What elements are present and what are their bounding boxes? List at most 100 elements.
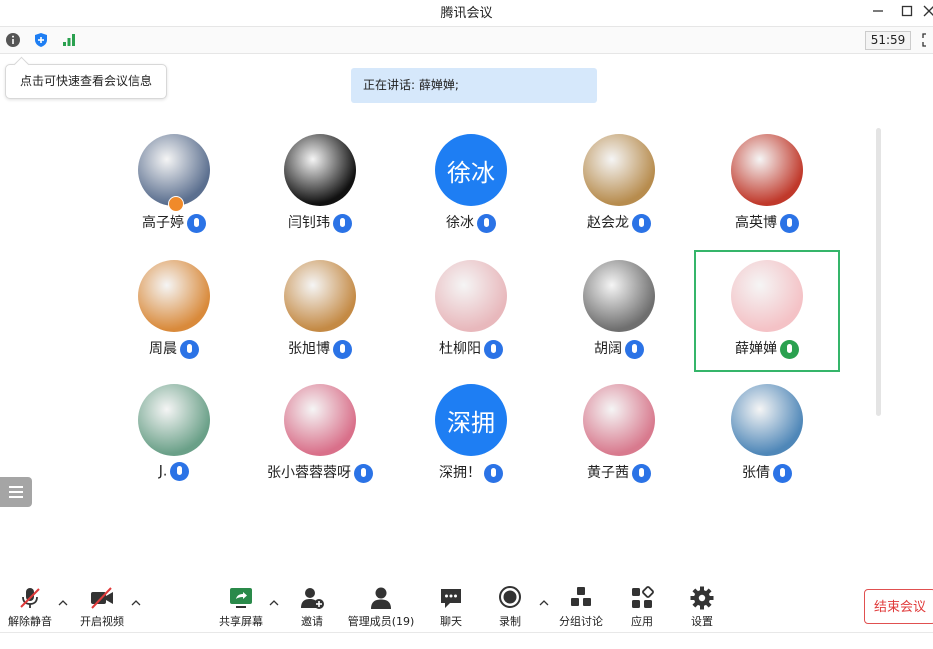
mic-icon (780, 213, 799, 233)
grid-scrollbar[interactable] (876, 128, 881, 416)
maximize-button[interactable] (893, 0, 921, 22)
participant-tile[interactable]: 闫钊玮 (247, 124, 393, 246)
participant-tile[interactable]: 张旭博 (247, 250, 393, 372)
minimize-icon (873, 10, 883, 12)
avatar (138, 260, 210, 332)
apps-button[interactable]: 应用 (612, 585, 672, 629)
security-button[interactable] (32, 31, 50, 49)
participant-name-line: 赵会龙 (546, 212, 692, 233)
avatar (731, 260, 803, 332)
meeting-timer: 51:59 (865, 31, 911, 50)
participant-tile[interactable]: 薛婵婵 (694, 250, 840, 372)
title-bar: 腾讯会议 (0, 0, 933, 22)
mic-icon (780, 339, 799, 359)
close-button[interactable] (922, 0, 933, 22)
participant-name-line: 闫钊玮 (247, 212, 393, 233)
start-video-label: 开启视频 (80, 615, 124, 628)
mic-icon (170, 462, 190, 481)
participant-tile[interactable]: 高子婷 (101, 124, 247, 246)
avatar (583, 384, 655, 456)
unmute-button[interactable]: 解除静音 (0, 585, 60, 629)
video-options-caret[interactable] (131, 597, 141, 607)
participant-name-line: 薛婵婵 (694, 338, 840, 359)
participant-tile[interactable]: 周晨 (101, 250, 247, 372)
participant-name-line: 张倩 (694, 462, 840, 483)
mic-icon (354, 463, 373, 483)
mic-icon (484, 463, 503, 483)
record-options-caret[interactable] (539, 597, 549, 607)
mic-icon (333, 339, 352, 359)
participant-name: 张旭博 (288, 341, 330, 357)
list-view-button[interactable] (0, 477, 32, 507)
avatar (284, 260, 356, 332)
participant-name-line: 黄子茜 (546, 462, 692, 483)
apps-label: 应用 (631, 615, 653, 628)
avatar-text: 深拥 (447, 408, 495, 437)
gear-icon (690, 586, 714, 610)
chevron-up-icon (58, 600, 68, 606)
chat-button[interactable]: 聊天 (421, 585, 481, 629)
participant-name: 赵会龙 (587, 215, 629, 231)
list-icon (9, 486, 23, 488)
participant-tile[interactable]: 高英博 (694, 124, 840, 246)
meeting-toolbar: 解除静音 开启视频 共享屏幕 邀请 管理成员(19) 聊天 录制 分组讨论 应用… (0, 575, 933, 649)
participant-tile[interactable]: 深拥 深拥！ (398, 374, 544, 496)
mic-icon (477, 213, 496, 233)
participant-tile[interactable]: 徐冰 徐冰 (398, 124, 544, 246)
participant-name-line: 徐冰 (398, 212, 544, 233)
window-title: 腾讯会议 (440, 6, 493, 21)
signal-icon (63, 34, 75, 46)
share-screen-button[interactable]: 共享屏幕 (211, 585, 271, 629)
mic-icon (333, 213, 352, 233)
record-label: 录制 (499, 615, 521, 628)
participant-name: 周晨 (149, 341, 177, 357)
participant-name: 闫钊玮 (288, 215, 330, 231)
network-button[interactable] (60, 31, 78, 49)
start-video-button[interactable]: 开启视频 (72, 585, 132, 629)
record-button[interactable]: 录制 (480, 585, 540, 629)
fullscreen-icon (922, 33, 926, 47)
shield-icon (35, 33, 47, 47)
participant-name-line: 高英博 (694, 212, 840, 233)
avatar (731, 384, 803, 456)
share-screen-label: 共享屏幕 (219, 615, 263, 628)
participant-name: 高子婷 (142, 215, 184, 231)
invite-button[interactable]: 邀请 (282, 585, 342, 629)
manage-members-button[interactable]: 管理成员(19) (341, 585, 421, 629)
participant-tile[interactable]: 张小蓉蓉蓉呀 (247, 374, 393, 496)
participant-tile[interactable]: 黄子茜 (546, 374, 692, 496)
chevron-up-icon (131, 600, 141, 606)
end-meeting-button[interactable]: 结束会议 (864, 589, 933, 624)
breakout-button[interactable]: 分组讨论 (551, 585, 611, 629)
participant-tile[interactable]: 胡阔 (546, 250, 692, 372)
participant-tile[interactable]: 赵会龙 (546, 124, 692, 246)
meeting-info-button[interactable] (4, 31, 22, 49)
minimize-button[interactable] (864, 0, 892, 22)
avatar (435, 260, 507, 332)
fullscreen-button[interactable] (920, 31, 933, 49)
avatar (284, 384, 356, 456)
settings-label: 设置 (691, 615, 713, 628)
participant-name: J. (158, 463, 168, 480)
record-icon (499, 586, 521, 608)
breakout-icon (571, 587, 591, 606)
participant-name: 张倩 (742, 465, 770, 481)
settings-button[interactable]: 设置 (672, 585, 732, 629)
meeting-info-tooltip: 点击可快速查看会议信息 (5, 64, 167, 99)
avatar (583, 260, 655, 332)
info-icon (6, 33, 20, 47)
members-icon (371, 587, 391, 609)
breakout-label: 分组讨论 (559, 615, 603, 628)
participant-tile[interactable]: J. (101, 374, 247, 496)
mic-icon (484, 339, 503, 359)
participant-tile[interactable]: 张倩 (694, 374, 840, 496)
participant-name-line: 张小蓉蓉蓉呀 (247, 462, 393, 483)
share-options-caret[interactable] (269, 597, 279, 607)
host-badge-icon (168, 196, 184, 212)
mic-icon (773, 463, 792, 483)
mic-icon (187, 213, 206, 233)
divider (0, 632, 933, 633)
participant-tile[interactable]: 杜柳阳 (398, 250, 544, 372)
audio-options-caret[interactable] (58, 597, 68, 607)
share-screen-icon (230, 588, 252, 608)
